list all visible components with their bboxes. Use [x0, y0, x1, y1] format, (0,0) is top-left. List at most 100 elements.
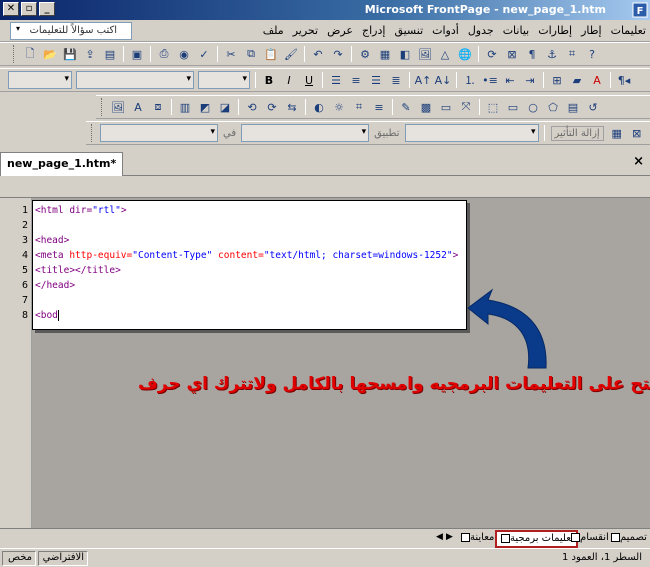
auto-thumbnail-icon[interactable]: ⧈: [149, 98, 167, 116]
resample-icon[interactable]: ⤧: [457, 98, 475, 116]
justify-icon[interactable]: ≣: [387, 71, 405, 89]
highlight-hotspots-icon[interactable]: ▤: [564, 98, 582, 116]
print-icon[interactable]: ⎙: [155, 45, 173, 63]
menu-frames[interactable]: إطارات: [538, 24, 572, 37]
paste-icon[interactable]: 📋: [262, 45, 280, 63]
save-icon[interactable]: 💾: [61, 45, 79, 63]
scroll-right-icon[interactable]: ▶: [446, 532, 453, 542]
polygon-hotspot-icon[interactable]: ⬠: [544, 98, 562, 116]
line-style-icon[interactable]: ≡: [370, 98, 388, 116]
rotate-right-icon[interactable]: ⟳: [263, 98, 281, 116]
spelling-icon[interactable]: ✓: [195, 45, 213, 63]
font-color-icon[interactable]: A: [588, 71, 606, 89]
highlight-effect-icon[interactable]: ▦: [608, 124, 626, 142]
menu-edit[interactable]: تحرير: [293, 24, 318, 37]
align-center-icon[interactable]: ≡: [347, 71, 365, 89]
menu-format[interactable]: تنسيق: [394, 24, 423, 37]
tab-split[interactable]: انقسام: [566, 530, 612, 548]
restore-picture-icon[interactable]: ↺: [584, 98, 602, 116]
send-backward-icon[interactable]: ◪: [216, 98, 234, 116]
minimize-button[interactable]: _: [39, 2, 55, 16]
stop-icon[interactable]: ⊠: [503, 45, 521, 63]
drawing-icon[interactable]: △: [436, 45, 454, 63]
increase-font-icon[interactable]: A↑: [414, 71, 432, 89]
transparent-color-icon[interactable]: ✎: [397, 98, 415, 116]
tab-design[interactable]: تصميم: [606, 530, 650, 548]
insert-picture-icon[interactable]: 🖼: [416, 45, 434, 63]
new-page-icon[interactable]: 🗋: [21, 45, 39, 63]
remove-effect-button[interactable]: إزالة التأثير: [550, 125, 604, 141]
borders-icon[interactable]: ⊞: [548, 71, 566, 89]
italic-icon[interactable]: I: [280, 71, 298, 89]
code-view-icon[interactable]: ⌗: [563, 45, 581, 63]
font-size-select[interactable]: [198, 71, 250, 89]
menu-view[interactable]: عرض: [327, 24, 353, 37]
effect-event-select[interactable]: [241, 124, 370, 142]
hyperlink-icon[interactable]: 🌐: [456, 45, 474, 63]
highlight-icon[interactable]: ▰: [568, 71, 586, 89]
toggle-pane-icon[interactable]: ▣: [128, 45, 146, 63]
close-icon[interactable]: ×: [633, 154, 644, 169]
preview-browser-icon[interactable]: ◉: [175, 45, 193, 63]
rtl-paragraph-icon[interactable]: ¶◂: [615, 71, 633, 89]
crop-icon[interactable]: ⌗: [350, 98, 368, 116]
restore-button[interactable]: ▫: [21, 2, 37, 16]
menu-data[interactable]: بيانات: [503, 24, 530, 37]
menu-file[interactable]: ملف: [263, 24, 284, 37]
decrease-font-icon[interactable]: A↓: [434, 71, 452, 89]
cut-icon[interactable]: ✂: [222, 45, 240, 63]
brightness-icon[interactable]: ☼: [330, 98, 348, 116]
open-icon[interactable]: 📂: [41, 45, 59, 63]
close-button[interactable]: ✕: [3, 2, 19, 16]
color-icon[interactable]: ▩: [417, 98, 435, 116]
toolbar-handle[interactable]: [91, 124, 95, 142]
contrast-icon[interactable]: ◐: [310, 98, 328, 116]
format-painter-icon[interactable]: 🖌: [282, 45, 300, 63]
show-all-icon[interactable]: ¶: [523, 45, 541, 63]
select-icon[interactable]: ⬚: [484, 98, 502, 116]
menu-help[interactable]: تعليمات: [611, 24, 646, 37]
effect-select[interactable]: [404, 124, 539, 142]
insert-layer-icon[interactable]: ◧: [396, 45, 414, 63]
refresh-icon[interactable]: ⟳: [483, 45, 501, 63]
copy-icon[interactable]: ⧉: [242, 45, 260, 63]
flip-icon[interactable]: ⇆: [283, 98, 301, 116]
decrease-indent-icon[interactable]: ⇤: [501, 71, 519, 89]
align-right-icon[interactable]: ☰: [367, 71, 385, 89]
menu-tools[interactable]: أدوات: [432, 24, 459, 37]
rotate-left-icon[interactable]: ⟲: [243, 98, 261, 116]
menu-table[interactable]: جدول: [468, 24, 494, 37]
circle-hotspot-icon[interactable]: ○: [524, 98, 542, 116]
web-component-icon[interactable]: ⚙: [356, 45, 374, 63]
menu-insert[interactable]: إدراج: [362, 24, 385, 37]
insert-picture-icon[interactable]: 🖼: [109, 98, 127, 116]
bullets-icon[interactable]: •≡: [481, 71, 499, 89]
redo-icon[interactable]: ↷: [329, 45, 347, 63]
rectangle-hotspot-icon[interactable]: ▭: [504, 98, 522, 116]
menu-frame[interactable]: إطار: [581, 24, 601, 37]
help-icon[interactable]: ?: [583, 45, 601, 63]
code-text-area[interactable]: <html dir="rtl"> <head> <meta http-equiv…: [32, 200, 467, 330]
insert-table-icon[interactable]: ▦: [376, 45, 394, 63]
text-icon[interactable]: A: [129, 98, 147, 116]
style-select[interactable]: [8, 71, 72, 89]
toolbar-handle[interactable]: [101, 98, 105, 116]
scroll-left-icon[interactable]: ◀: [436, 532, 443, 542]
bevel-icon[interactable]: ▭: [437, 98, 455, 116]
help-search-input[interactable]: ▾ اكتب سؤالاً للتعليمات: [10, 22, 132, 40]
position-absolute-icon[interactable]: ▥: [176, 98, 194, 116]
toolbar-handle[interactable]: [13, 45, 17, 63]
close-toolbar-icon[interactable]: ⊠: [628, 124, 646, 142]
tab-preview[interactable]: معاينة: [456, 530, 497, 548]
frontpage-app-icon[interactable]: F: [632, 2, 648, 18]
increase-indent-icon[interactable]: ⇥: [521, 71, 539, 89]
align-left-icon[interactable]: ☰: [327, 71, 345, 89]
undo-icon[interactable]: ↶: [309, 45, 327, 63]
font-select[interactable]: [76, 71, 194, 89]
anchor-icon[interactable]: ⚓: [543, 45, 561, 63]
underline-icon[interactable]: U: [300, 71, 318, 89]
effect-target-select[interactable]: [100, 124, 218, 142]
bold-icon[interactable]: B: [260, 71, 278, 89]
folder-list-icon[interactable]: ▤: [101, 45, 119, 63]
document-tab[interactable]: new_page_1.htm*: [0, 152, 124, 176]
